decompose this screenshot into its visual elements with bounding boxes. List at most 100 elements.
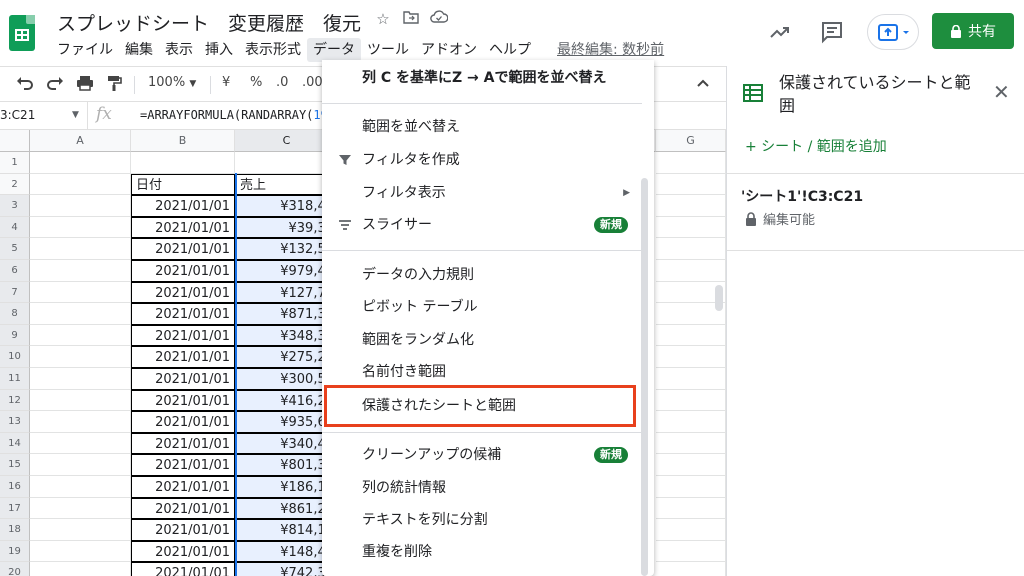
cell-g[interactable] xyxy=(656,216,726,239)
cell-date[interactable]: 2021/01/01 xyxy=(131,324,235,347)
menu-help[interactable]: ヘルプ xyxy=(483,38,537,62)
menu-scrollbar[interactable] xyxy=(641,178,648,576)
row-header[interactable]: 5 xyxy=(0,238,30,260)
cell-a[interactable] xyxy=(30,303,131,325)
cell-g[interactable] xyxy=(656,389,726,412)
menu-item-pivot-table[interactable]: ピボット テーブル xyxy=(322,291,642,323)
menu-addons[interactable]: アドオン xyxy=(415,38,483,62)
menu-edit[interactable]: 編集 xyxy=(119,38,159,62)
name-box-dropdown-icon[interactable]: ▼ xyxy=(72,102,79,129)
cell-date[interactable]: 2021/01/01 xyxy=(131,303,235,325)
print-icon[interactable] xyxy=(76,75,94,95)
menu-format[interactable]: 表示形式 xyxy=(239,38,307,62)
comment-history-icon[interactable] xyxy=(820,20,844,44)
sheets-logo-icon[interactable] xyxy=(9,15,35,51)
row-header[interactable]: 16 xyxy=(0,476,30,498)
cell-date[interactable]: 2021/01/01 xyxy=(131,497,235,520)
cell-a[interactable] xyxy=(30,281,131,304)
paint-format-icon[interactable] xyxy=(106,75,122,95)
menu-item-data-validation[interactable]: データの入力規則 xyxy=(322,259,642,291)
menu-item-cleanup-suggestions[interactable]: クリーンアップの候補 新規 xyxy=(322,439,642,471)
select-all-corner[interactable] xyxy=(0,130,30,152)
cloud-saved-icon[interactable] xyxy=(429,10,449,28)
row-header[interactable]: 19 xyxy=(0,540,30,563)
cell-g[interactable] xyxy=(656,562,726,576)
cell-date[interactable]: 2021/01/01 xyxy=(131,260,235,282)
share-button[interactable]: 共有 xyxy=(932,13,1014,49)
row-header[interactable]: 2 xyxy=(0,173,30,196)
cell-a[interactable] xyxy=(30,454,131,476)
cell-a[interactable] xyxy=(30,346,131,368)
cell-g[interactable] xyxy=(656,324,726,347)
cell-b[interactable] xyxy=(131,152,235,174)
cell-g[interactable] xyxy=(656,368,726,390)
menu-item-randomize-range[interactable]: 範囲をランダム化 xyxy=(322,324,642,356)
present-button[interactable] xyxy=(867,14,919,50)
redo-icon[interactable] xyxy=(46,75,64,95)
currency-format-button[interactable]: ¥ xyxy=(222,75,230,90)
cell-g[interactable] xyxy=(656,260,726,282)
cell-a[interactable] xyxy=(30,432,131,455)
formula-input[interactable]: =ARRAYFORMULA(RANDARRAY(19 xyxy=(140,102,328,129)
cell-a[interactable] xyxy=(30,519,131,541)
menu-item-named-ranges[interactable]: 名前付き範囲 xyxy=(322,356,642,388)
cell-g[interactable] xyxy=(656,411,726,433)
cell-date[interactable]: 2021/01/01 xyxy=(131,519,235,541)
cell-g[interactable] xyxy=(656,173,726,196)
cell-g[interactable] xyxy=(656,432,726,455)
percent-format-button[interactable]: % xyxy=(250,75,262,90)
menu-file[interactable]: ファイル xyxy=(51,38,119,62)
column-header-a[interactable]: A xyxy=(30,130,131,152)
protected-range-item[interactable]: 'シート1'!C3:C21 xyxy=(741,186,863,206)
row-header[interactable]: 7 xyxy=(0,281,30,304)
cell-date[interactable]: 2021/01/01 xyxy=(131,238,235,260)
cell-date[interactable]: 2021/01/01 xyxy=(131,540,235,563)
menu-data[interactable]: データ xyxy=(307,38,361,62)
row-header[interactable]: 4 xyxy=(0,216,30,239)
cell-date[interactable]: 2021/01/01 xyxy=(131,346,235,368)
menu-item-sort-range[interactable]: 範囲を並べ替え xyxy=(322,111,642,143)
menu-view[interactable]: 表示 xyxy=(159,38,199,62)
cell-date[interactable]: 2021/01/01 xyxy=(131,281,235,304)
cell-g[interactable] xyxy=(656,152,726,174)
cell-g[interactable] xyxy=(656,195,726,217)
row-header[interactable]: 17 xyxy=(0,497,30,520)
explore-trend-icon[interactable] xyxy=(768,20,792,44)
collapse-toolbar-chevron-up-icon[interactable] xyxy=(696,77,712,91)
column-header-g[interactable]: G xyxy=(656,130,726,152)
menu-tools[interactable]: ツール xyxy=(361,38,415,62)
move-folder-icon[interactable] xyxy=(401,10,421,28)
cell-a[interactable] xyxy=(30,411,131,433)
cell-date[interactable]: 2021/01/01 xyxy=(131,216,235,239)
row-header[interactable]: 1 xyxy=(0,152,30,174)
cell-date[interactable]: 2021/01/01 xyxy=(131,411,235,433)
cell-date[interactable]: 2021/01/01 xyxy=(131,454,235,476)
decrease-decimal-button[interactable]: .0 xyxy=(276,75,288,90)
cell-date[interactable]: 2021/01/01 xyxy=(131,432,235,455)
cell-a[interactable] xyxy=(30,173,131,196)
row-header[interactable]: 12 xyxy=(0,389,30,412)
close-icon[interactable]: ✕ xyxy=(993,80,1010,104)
last-edit-link[interactable]: 最終編集: 数秒前 xyxy=(553,38,668,62)
row-header[interactable]: 15 xyxy=(0,454,30,476)
row-header[interactable]: 13 xyxy=(0,411,30,433)
row-header[interactable]: 11 xyxy=(0,368,30,390)
menu-item-remove-duplicates[interactable]: 重複を削除 xyxy=(322,536,642,568)
cell-a[interactable] xyxy=(30,368,131,390)
cell-g[interactable] xyxy=(656,497,726,520)
cell-a[interactable] xyxy=(30,562,131,576)
cell-a[interactable] xyxy=(30,497,131,520)
increase-decimal-button[interactable]: .00 xyxy=(302,75,323,90)
undo-icon[interactable] xyxy=(16,75,34,95)
cell-g[interactable] xyxy=(656,540,726,563)
row-header[interactable]: 10 xyxy=(0,346,30,368)
menu-item-filter-views[interactable]: フィルタ表示 ▶ xyxy=(322,177,642,209)
zoom-select[interactable]: 100% ▼ xyxy=(148,75,196,90)
row-header[interactable]: 3 xyxy=(0,195,30,217)
cell-header-date[interactable]: 日付 xyxy=(131,173,235,196)
cell-a[interactable] xyxy=(30,389,131,412)
cell-a[interactable] xyxy=(30,152,131,174)
cell-g[interactable] xyxy=(656,476,726,498)
cell-g[interactable] xyxy=(656,519,726,541)
menu-item-sort-range-za[interactable]: 列 C を基準にZ → Aで範囲を並べ替え xyxy=(322,62,642,94)
